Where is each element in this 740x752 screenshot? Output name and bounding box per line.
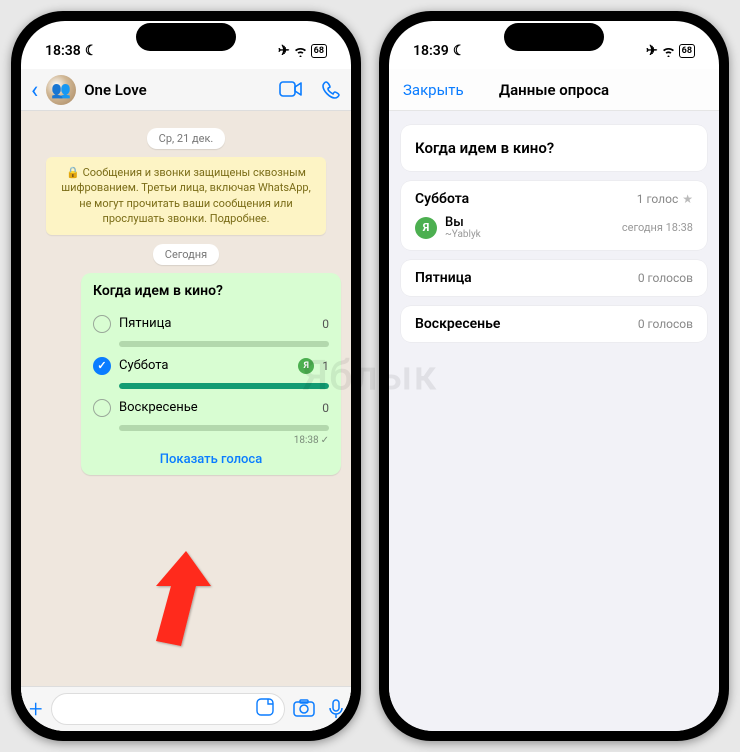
- date-pill-today: Сегодня: [153, 244, 219, 265]
- poll-bar: [119, 341, 329, 347]
- voter-username: ~Yablyk: [445, 229, 481, 240]
- status-time: 18:38: [45, 43, 81, 59]
- option-card: Воскресенье 0 голосов: [401, 306, 707, 342]
- dynamic-island: [504, 23, 604, 51]
- message-time: 18:38✓: [93, 435, 329, 446]
- battery-icon: 68: [311, 44, 327, 58]
- wifi-icon: [661, 46, 676, 57]
- battery-icon: 68: [679, 44, 695, 58]
- option-name: Воскресенье: [415, 316, 500, 332]
- vote-time: сегодня 18:38: [622, 221, 693, 234]
- check-icon: ✓: [321, 435, 329, 446]
- airplane-icon: ✈︎: [278, 43, 290, 59]
- poll-option-label: Суббота: [119, 358, 286, 373]
- wifi-icon: [293, 46, 308, 57]
- poll-option-count: 0: [322, 401, 329, 415]
- radio-checked-icon[interactable]: [93, 357, 111, 375]
- poll-question: Когда идем в кино?: [93, 283, 329, 299]
- poll-message: Когда идем в кино? Пятница 0 Суббота Я 1: [81, 273, 341, 475]
- chat-input-bar: +: [21, 686, 351, 731]
- poll-bar: [119, 383, 329, 389]
- question-card: Когда идем в кино?: [401, 125, 707, 171]
- moon-icon: ☾: [453, 43, 466, 59]
- chat-body[interactable]: Ср, 21 дек. 🔒 Сообщения и звонки защищен…: [21, 111, 351, 686]
- poll-option[interactable]: Пятница 0: [93, 309, 329, 339]
- chat-title[interactable]: One Love: [84, 81, 271, 99]
- date-pill: Ср, 21 дек.: [147, 128, 226, 149]
- poll-question: Когда идем в кино?: [415, 139, 693, 157]
- poll-option-count: 1: [322, 359, 329, 373]
- poll-option[interactable]: Воскресенье 0: [93, 393, 329, 423]
- sticker-icon[interactable]: [256, 698, 274, 720]
- poll-bar: [119, 425, 329, 431]
- poll-option-label: Воскресенье: [119, 400, 314, 415]
- option-card: Суббота 1 голос★ Я Вы ~Yablyk сегодня 18…: [401, 181, 707, 250]
- star-icon: ★: [682, 192, 693, 206]
- group-avatar[interactable]: [46, 75, 76, 105]
- phone-right: 18:39 ☾ ✈︎ 68 Закрыть Данные опроса Когд…: [379, 11, 729, 741]
- chat-header: ‹ One Love: [21, 69, 351, 111]
- details-header: Закрыть Данные опроса: [389, 69, 719, 111]
- option-card: Пятница 0 голосов: [401, 260, 707, 296]
- voice-call-icon[interactable]: [321, 80, 341, 100]
- voter-row[interactable]: Я Вы ~Yablyk сегодня 18:38: [415, 215, 693, 240]
- phone-left: 18:38 ☾ ✈︎ 68 ‹ One Love Ср, 21 дек.: [11, 11, 361, 741]
- vote-count: 0 голосов: [638, 271, 693, 285]
- poll-option-count: 0: [322, 317, 329, 331]
- moon-icon: ☾: [85, 43, 98, 59]
- attach-button[interactable]: +: [29, 695, 43, 723]
- encryption-notice[interactable]: 🔒 Сообщения и звонки защищены сквозным ш…: [46, 157, 326, 235]
- radio-icon[interactable]: [93, 315, 111, 333]
- message-input[interactable]: [51, 693, 285, 725]
- voter-avatar: Я: [415, 217, 437, 239]
- voter-avatar-icon: Я: [298, 358, 314, 374]
- show-votes-button[interactable]: Показать голоса: [93, 446, 329, 469]
- radio-icon[interactable]: [93, 399, 111, 417]
- vote-count: 0 голосов: [638, 317, 693, 331]
- page-title: Данные опроса: [499, 81, 609, 99]
- dynamic-island: [136, 23, 236, 51]
- poll-option-label: Пятница: [119, 316, 314, 331]
- option-name: Суббота: [415, 191, 469, 207]
- status-time: 18:39: [413, 43, 449, 59]
- poll-option[interactable]: Суббота Я 1: [93, 351, 329, 381]
- vote-count: 1 голос★: [637, 192, 693, 206]
- airplane-icon: ✈︎: [646, 43, 658, 59]
- camera-icon[interactable]: [293, 699, 315, 717]
- voter-name: Вы: [445, 215, 481, 230]
- microphone-icon[interactable]: [329, 699, 343, 719]
- back-button[interactable]: ‹: [31, 76, 38, 104]
- option-name: Пятница: [415, 270, 472, 286]
- close-button[interactable]: Закрыть: [403, 81, 464, 99]
- video-call-icon[interactable]: [279, 80, 303, 98]
